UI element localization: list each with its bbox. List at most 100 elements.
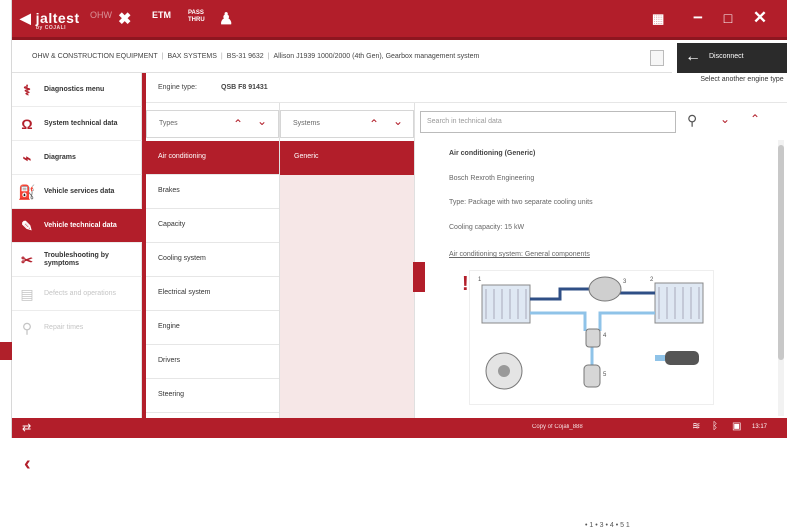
type-item-label: Capacity bbox=[158, 221, 186, 228]
breadcrumb-item[interactable]: BS-31 9632 bbox=[227, 53, 264, 60]
type-item-label: Brakes bbox=[158, 187, 180, 194]
components-link[interactable]: Air conditioning system: General compone… bbox=[449, 251, 590, 258]
sidebar-item-label: Troubleshooting by symptoms bbox=[44, 251, 109, 267]
status-bar: ⇄ Copy of Cojali_888 ≋ ᛒ ▣ 13:17 bbox=[12, 418, 787, 438]
systems-list: Generic bbox=[280, 141, 414, 418]
ac-diagram-svg: 1 2 3 4 5 bbox=[478, 276, 704, 390]
oil-can-icon: ⛽ bbox=[18, 184, 36, 200]
diagnosis-tools-icon[interactable]: ✖ bbox=[118, 9, 131, 29]
expansion-valve bbox=[583, 364, 601, 388]
content-type: Type: Package with two separate cooling … bbox=[449, 199, 593, 206]
technical-data-content: Air conditioning (Generic) Bosch Rexroth… bbox=[427, 140, 772, 529]
minimize-icon[interactable]: − bbox=[687, 8, 709, 28]
type-item-label: Drivers bbox=[158, 357, 181, 364]
chevron-up-icon[interactable]: ⌃ bbox=[750, 112, 760, 126]
type-item-engine[interactable]: Engine bbox=[146, 311, 279, 345]
etm-button[interactable]: ETM bbox=[152, 10, 171, 20]
type-item-cooling-system[interactable]: Cooling system bbox=[146, 243, 279, 277]
systems-header: Systems ⌃ ⌄ bbox=[280, 110, 414, 138]
breadcrumb-item[interactable]: OHW & CONSTRUCTION EQUIPMENT bbox=[32, 53, 158, 60]
types-list: Air conditioning Brakes Capacity Cooling… bbox=[146, 141, 279, 418]
ohw-button[interactable]: OHW bbox=[90, 10, 112, 20]
sidebar-item-label: Diagnostics menu bbox=[44, 85, 105, 93]
diagram-label: 3 bbox=[623, 279, 627, 285]
type-item-drivers[interactable]: Drivers bbox=[146, 345, 279, 379]
diagram-label: 1 bbox=[478, 277, 482, 283]
chevron-down-icon[interactable]: ⌄ bbox=[257, 114, 267, 128]
type-item-air-conditioning[interactable]: Air conditioning bbox=[146, 141, 279, 175]
logo-text: jaltest bbox=[35, 10, 80, 26]
sidebar-item-diagrams[interactable]: ⌁ Diagrams bbox=[12, 141, 142, 175]
chevron-up-icon[interactable]: ⌃ bbox=[233, 117, 243, 131]
scrollbar-thumb[interactable] bbox=[778, 145, 784, 360]
breadcrumb-item[interactable]: Allison J1939 1000/2000 (4th Gen), Gearb… bbox=[274, 53, 480, 60]
pipe-low-pressure bbox=[598, 311, 655, 331]
document-icon[interactable] bbox=[650, 50, 664, 66]
grid-menu-icon[interactable]: ▦ bbox=[652, 11, 664, 27]
select-engine-type-button[interactable]: Select another engine type bbox=[697, 76, 787, 104]
disconnect-button[interactable]: ← Disconnect bbox=[677, 43, 787, 73]
diagnostics-icon: ⚕ bbox=[23, 82, 31, 98]
wrench-icon: ✎ bbox=[21, 218, 33, 234]
chevron-down-icon[interactable]: ⌄ bbox=[720, 112, 730, 126]
type-item-capacity[interactable]: Capacity bbox=[146, 209, 279, 243]
sidebar-item-label: Defects and operations bbox=[44, 289, 116, 297]
sidebar-item-defects: ▤ Defects and operations bbox=[12, 277, 142, 311]
background-window-marker bbox=[0, 342, 12, 360]
type-item-electrical-system[interactable]: Electrical system bbox=[146, 277, 279, 311]
blower-motor bbox=[665, 351, 699, 365]
content-scrollbar[interactable] bbox=[778, 140, 784, 416]
collapse-panel-tab[interactable] bbox=[413, 262, 425, 292]
diagram-legend: • 1 • 3 • 4 • 5 1 bbox=[585, 522, 630, 529]
content-capacity: Cooling capacity: 15 kW bbox=[449, 224, 525, 231]
user-icon[interactable]: ♟ bbox=[219, 9, 233, 29]
sidebar-item-label: Diagrams bbox=[44, 153, 76, 161]
disconnect-label: Disconnect bbox=[709, 53, 744, 60]
compressor bbox=[588, 276, 622, 302]
breadcrumb-separator: | bbox=[161, 53, 164, 60]
sidebar-menu: ⚕ Diagnostics menu Ω System technical da… bbox=[12, 73, 142, 475]
system-item-label: Generic bbox=[294, 153, 319, 160]
magnifier-icon: ⚲ bbox=[21, 320, 33, 336]
chevron-down-icon[interactable]: ⌄ bbox=[393, 114, 403, 128]
breadcrumb-separator: | bbox=[220, 53, 223, 60]
engine-type-value: QSB F8 91431 bbox=[221, 84, 268, 91]
logo-subtext: by COJALI bbox=[36, 25, 67, 31]
type-item-label: Electrical system bbox=[158, 289, 211, 296]
sidebar-item-label: System technical data bbox=[44, 119, 118, 127]
sidebar-item-troubleshooting[interactable]: ✂ Troubleshooting by symptoms bbox=[12, 243, 142, 277]
close-icon[interactable]: ✕ bbox=[749, 8, 771, 28]
systems-header-label: Systems bbox=[293, 120, 320, 127]
back-chevron-icon[interactable]: ‹ bbox=[24, 453, 31, 476]
system-item-generic[interactable]: Generic bbox=[280, 141, 414, 175]
breadcrumb: OHW & CONSTRUCTION EQUIPMENT | BAX SYSTEMS… bbox=[32, 53, 479, 60]
top-bar: ◀ jaltest by COJALI OHW ✖ ETM PASS THRU … bbox=[12, 0, 787, 40]
search-input[interactable]: Search in technical data bbox=[420, 111, 676, 133]
sidebar-item-vehicle-technical-data[interactable]: ✎ Vehicle technical data bbox=[12, 209, 142, 243]
breadcrumb-item[interactable]: BAX SYSTEMS bbox=[167, 53, 216, 60]
sidebar-item-diagnostics-menu[interactable]: ⚕ Diagnostics menu bbox=[12, 73, 142, 107]
sidebar-item-label: Repair times bbox=[44, 323, 84, 331]
headset-icon: Ω bbox=[21, 116, 33, 132]
pass-thru-button[interactable]: PASS THRU bbox=[188, 10, 210, 23]
diagram-label: 2 bbox=[650, 277, 654, 283]
clipboard-icon: ▤ bbox=[20, 286, 34, 302]
search-icon[interactable]: ⚲ bbox=[687, 112, 697, 129]
type-item-brakes[interactable]: Brakes bbox=[146, 175, 279, 209]
background-window-edge bbox=[0, 0, 12, 438]
type-item-label: Air conditioning bbox=[158, 153, 206, 160]
maximize-icon[interactable]: □ bbox=[717, 10, 739, 26]
sidebar-item-system-technical-data[interactable]: Ω System technical data bbox=[12, 107, 142, 141]
breadcrumb-separator: | bbox=[267, 53, 270, 60]
diagram-icon: ⌁ bbox=[22, 150, 32, 166]
column-divider bbox=[414, 103, 415, 418]
connection-icon: ⇄ bbox=[22, 422, 32, 434]
customer-label: Copy of Cojali_888 bbox=[532, 424, 583, 430]
sidebar-item-vehicle-services-data[interactable]: ⛽ Vehicle services data bbox=[12, 175, 142, 209]
chevron-up-icon[interactable]: ⌃ bbox=[369, 117, 379, 131]
search-placeholder: Search in technical data bbox=[427, 118, 502, 125]
app-root: ◀ jaltest by COJALI OHW ✖ ETM PASS THRU … bbox=[0, 0, 787, 529]
type-item-steering[interactable]: Steering bbox=[146, 379, 279, 413]
clock-time: 13:17 bbox=[752, 424, 768, 430]
content-manufacturer: Bosch Rexroth Engineering bbox=[449, 175, 535, 182]
